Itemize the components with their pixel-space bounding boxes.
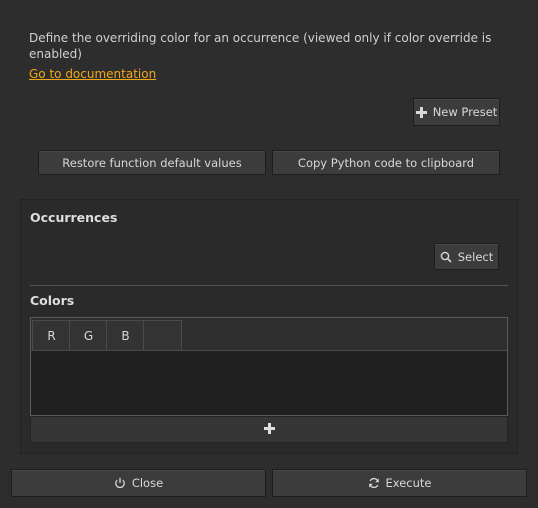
add-color-row-button[interactable] xyxy=(30,416,508,443)
function-description: Define the overriding color for an occur… xyxy=(29,31,492,61)
close-label: Close xyxy=(131,476,164,490)
occurrences-title: Occurrences xyxy=(30,210,118,225)
new-preset-label: New Preset xyxy=(432,105,498,119)
restore-defaults-button[interactable]: Restore function default values xyxy=(38,150,266,175)
documentation-link[interactable]: Go to documentation xyxy=(29,67,156,81)
column-header-g[interactable]: G xyxy=(69,320,108,351)
refresh-icon xyxy=(368,477,380,489)
close-button[interactable]: Close xyxy=(11,469,266,497)
new-preset-button[interactable]: New Preset xyxy=(413,98,500,126)
colors-table-header: R G B xyxy=(31,318,507,351)
select-button[interactable]: Select xyxy=(434,243,499,270)
select-label: Select xyxy=(457,249,494,264)
colors-title: Colors xyxy=(30,293,75,308)
colors-table[interactable]: R G B xyxy=(30,317,508,416)
plus-icon xyxy=(415,106,427,118)
column-header-b[interactable]: B xyxy=(106,320,145,351)
execute-button[interactable]: Execute xyxy=(272,469,527,497)
copy-python-button[interactable]: Copy Python code to clipboard xyxy=(272,150,500,175)
execute-label: Execute xyxy=(385,476,432,490)
power-icon xyxy=(114,477,126,489)
column-header-r[interactable]: R xyxy=(32,320,71,351)
plus-icon xyxy=(263,422,275,437)
column-header-extra[interactable] xyxy=(143,320,182,351)
magnifier-icon xyxy=(440,251,452,263)
section-divider xyxy=(30,285,508,286)
